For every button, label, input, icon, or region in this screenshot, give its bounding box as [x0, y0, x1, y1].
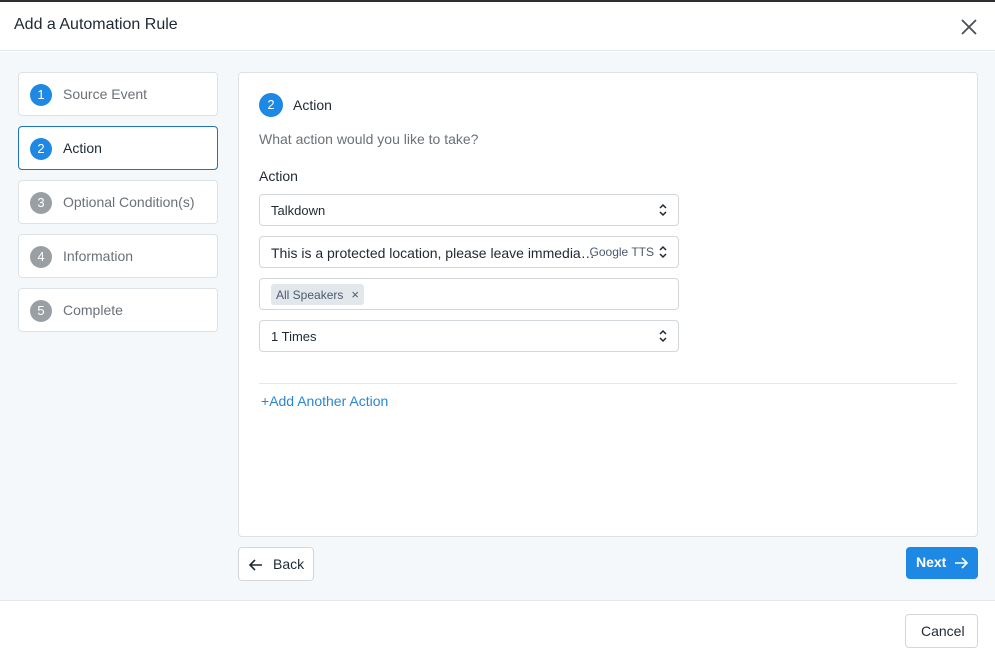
dialog-title: Add a Automation Rule — [14, 16, 178, 33]
next-button-label: Next — [916, 554, 947, 570]
add-action-label: Add Another Action — [269, 393, 389, 409]
dialog-body: 1 Source Event 2 Action 3 Optional Condi… — [0, 52, 995, 601]
action-type-value: Talkdown — [271, 203, 326, 218]
step-complete[interactable]: 5 Complete — [18, 288, 218, 332]
repeat-value: 1 Times — [271, 329, 317, 344]
speaker-tag: All Speakers × — [271, 284, 364, 305]
step-number: 2 — [30, 138, 52, 160]
step-number: 3 — [30, 192, 52, 214]
step-number: 1 — [30, 84, 52, 106]
next-button[interactable]: Next — [906, 547, 978, 579]
step-label: Source Event — [63, 86, 148, 102]
action-field-label: Action — [259, 168, 298, 184]
panel-question: What action would you like to take? — [259, 131, 479, 147]
speakers-multiselect[interactable]: All Speakers × — [259, 278, 679, 310]
repeat-select[interactable]: 1 Times — [259, 320, 679, 352]
divider — [259, 383, 957, 384]
action-panel: 2 Action What action would you like to t… — [238, 72, 978, 537]
add-another-action-link[interactable]: +Add Another Action — [261, 393, 388, 409]
speaker-tag-label: All Speakers — [276, 288, 344, 302]
panel-title: Action — [293, 97, 332, 113]
back-button[interactable]: Back — [238, 547, 314, 581]
step-label: Information — [63, 248, 134, 264]
chevron-up-down-icon — [659, 329, 667, 343]
plus-icon: + — [261, 393, 270, 409]
message-select[interactable]: This is a protected location, please lea… — [259, 236, 679, 268]
chevron-up-down-icon — [659, 245, 667, 259]
step-label: Optional Condition(s) — [63, 194, 195, 210]
dialog-header: Add a Automation Rule — [0, 2, 995, 51]
step-optional-conditions[interactable]: 3 Optional Condition(s) — [18, 180, 218, 224]
step-source-event[interactable]: 1 Source Event — [18, 72, 218, 116]
message-value: This is a protected location, please lea… — [271, 245, 595, 261]
remove-tag-icon[interactable]: × — [351, 284, 359, 305]
arrow-left-icon — [249, 559, 262, 571]
step-label: Action — [63, 140, 102, 156]
back-button-label: Back — [273, 556, 305, 572]
action-type-select[interactable]: Talkdown — [259, 194, 679, 226]
cancel-button[interactable]: Cancel — [905, 614, 978, 648]
voice-label: Google TTS — [589, 245, 654, 259]
step-action[interactable]: 2 Action — [18, 126, 218, 170]
step-label: Complete — [63, 302, 123, 318]
panel-step-number: 2 — [259, 93, 283, 117]
close-button[interactable] — [956, 14, 982, 40]
arrow-right-icon — [955, 557, 968, 569]
step-number: 5 — [30, 300, 52, 322]
close-icon — [961, 19, 977, 35]
cancel-button-label: Cancel — [921, 623, 965, 639]
chevron-up-down-icon — [659, 203, 667, 217]
step-number: 4 — [30, 246, 52, 268]
step-information[interactable]: 4 Information — [18, 234, 218, 278]
